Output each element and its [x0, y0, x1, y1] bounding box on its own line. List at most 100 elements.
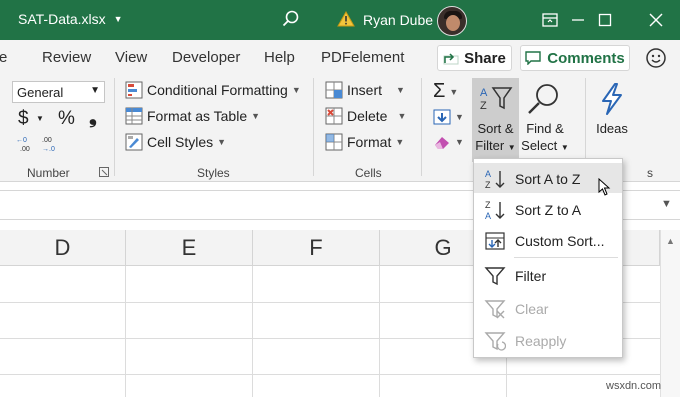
delete-label: Delete: [347, 108, 388, 124]
conditional-formatting-button[interactable]: Conditional Formatting ▼: [125, 81, 301, 99]
find-select-button[interactable]: Find & Select ▼: [520, 120, 570, 156]
share-button[interactable]: Share: [437, 45, 512, 71]
chevron-down-icon: ▼: [113, 14, 123, 24]
group-label-number: Number: [27, 166, 70, 180]
menu-item-label: Filter: [515, 268, 547, 284]
column-header-d[interactable]: D: [0, 230, 126, 266]
warning-icon[interactable]: [337, 11, 355, 27]
chevron-down-icon[interactable]: ▼: [36, 114, 44, 123]
ideas-button[interactable]: Ideas: [590, 120, 634, 137]
ribbon-display-icon[interactable]: [538, 8, 562, 32]
format-cells-button[interactable]: Format ▼: [325, 133, 404, 151]
insert-label: Insert: [347, 82, 383, 98]
menu-item-label: Reapply: [515, 333, 567, 349]
file-name: SAT-Data.xlsx: [18, 11, 106, 27]
tab-review[interactable]: Review: [42, 49, 91, 66]
feedback-smiley-icon[interactable]: [645, 47, 667, 69]
close-icon[interactable]: [644, 8, 668, 32]
chevron-down-icon: ▼: [395, 137, 405, 147]
tab-pdfelement[interactable]: PDFelement: [321, 49, 404, 66]
comma-style-button[interactable]: ❟: [89, 106, 97, 129]
svg-text:Z: Z: [485, 180, 491, 190]
menu-item-reapply[interactable]: Reapply: [474, 325, 622, 355]
menu-item-filter[interactable]: Filter: [474, 260, 622, 290]
vertical-scrollbar[interactable]: ▲: [660, 230, 680, 397]
chevron-down-icon: ▼: [455, 137, 464, 147]
insert-cells-icon: [325, 81, 343, 99]
ribbon-separator: [114, 78, 115, 176]
insert-cells-button[interactable]: Insert ▼: [325, 81, 405, 99]
clear-button[interactable]: ▼: [433, 133, 464, 151]
group-label-cells: Cells: [355, 166, 382, 180]
menu-item-clear[interactable]: Clear: [474, 293, 622, 323]
column-header-f[interactable]: F: [253, 230, 380, 266]
decrease-decimal-icon[interactable]: .00 →.0: [40, 134, 62, 152]
sort-a-to-z-icon: A Z: [485, 169, 505, 190]
find-select-label-2-row: Select ▼: [520, 137, 570, 156]
chevron-down-icon[interactable]: ▼: [661, 198, 672, 210]
dialog-launcher-icon[interactable]: [99, 167, 109, 177]
user-name[interactable]: Ryan Dube: [363, 12, 433, 28]
percent-button[interactable]: %: [58, 108, 75, 130]
file-name-menu[interactable]: SAT-Data.xlsx ▼: [18, 11, 123, 27]
find-select-label-2: Select: [521, 138, 558, 153]
sort-z-to-a-icon: Z A: [485, 200, 505, 221]
menu-item-custom-sort[interactable]: Custom Sort...: [474, 225, 622, 255]
clear-filter-icon: [484, 300, 506, 319]
menu-item-label: Sort Z to A: [515, 202, 582, 218]
chevron-down-icon: ▼: [560, 143, 569, 152]
cell-styles-button[interactable]: Cell Styles ▼: [125, 133, 226, 151]
chevron-down-icon: ▼: [291, 85, 301, 95]
format-as-table-icon: [125, 107, 143, 125]
number-format-value: General: [17, 85, 64, 100]
fill-button[interactable]: ▼: [433, 108, 464, 126]
sort-filter-button[interactable]: Sort & Filter ▼: [472, 120, 519, 156]
minimize-icon[interactable]: [566, 8, 590, 32]
comments-button[interactable]: Comments: [520, 45, 630, 71]
conditional-formatting-icon: [125, 81, 143, 99]
svg-text:A: A: [485, 169, 491, 179]
group-label-ideas-partial: s: [647, 166, 653, 180]
number-format-select[interactable]: General ▼: [12, 81, 105, 103]
chevron-down-icon: ▼: [90, 85, 100, 96]
menu-item-label: Sort A to Z: [515, 171, 581, 187]
sort-filter-label-2-row: Filter ▼: [472, 137, 519, 156]
tab-home-partial[interactable]: e: [0, 49, 7, 66]
lightning-icon[interactable]: [597, 82, 627, 116]
cell-styles-icon: [125, 133, 143, 151]
tab-view[interactable]: View: [115, 49, 147, 66]
autosum-button[interactable]: Σ ▼: [433, 80, 458, 103]
column-header-e[interactable]: E: [126, 230, 253, 266]
delete-cells-icon: [325, 107, 343, 125]
svg-text:→.0: →.0: [42, 146, 55, 152]
mouse-cursor-icon: [598, 178, 611, 196]
comment-icon: [525, 51, 541, 65]
magnifier-icon[interactable]: [525, 82, 563, 116]
increase-decimal-icon[interactable]: ←0 .00: [16, 134, 38, 152]
format-as-table-button[interactable]: Format as Table ▼: [125, 107, 260, 125]
avatar[interactable]: [437, 6, 467, 36]
menu-item-sort-z-to-a[interactable]: Z A Sort Z to A: [474, 194, 622, 224]
chevron-down-icon: ▼: [251, 111, 261, 121]
format-label: Format: [347, 134, 392, 150]
custom-sort-icon: [485, 232, 505, 250]
tab-help[interactable]: Help: [264, 49, 295, 66]
search-icon[interactable]: [281, 9, 301, 29]
chevron-down-icon: ▼: [455, 112, 464, 122]
comments-label: Comments: [547, 49, 625, 67]
svg-text:A: A: [480, 87, 488, 99]
ribbon-separator: [421, 78, 422, 176]
format-as-table-label: Format as Table: [147, 108, 248, 124]
chevron-down-icon: ▼: [217, 137, 227, 147]
svg-text:←0: ←0: [16, 137, 27, 144]
sort-filter-icon[interactable]: A Z: [478, 84, 514, 114]
currency-button[interactable]: $: [18, 108, 29, 130]
column-divider: [125, 266, 126, 397]
chevron-down-icon: ▼: [397, 111, 407, 121]
cell-styles-label: Cell Styles: [147, 134, 214, 150]
tab-developer[interactable]: Developer: [172, 49, 240, 66]
filter-icon: [484, 267, 506, 286]
scroll-up-icon[interactable]: ▲: [666, 236, 675, 246]
maximize-icon[interactable]: [593, 8, 617, 32]
delete-cells-button[interactable]: Delete ▼: [325, 107, 406, 125]
